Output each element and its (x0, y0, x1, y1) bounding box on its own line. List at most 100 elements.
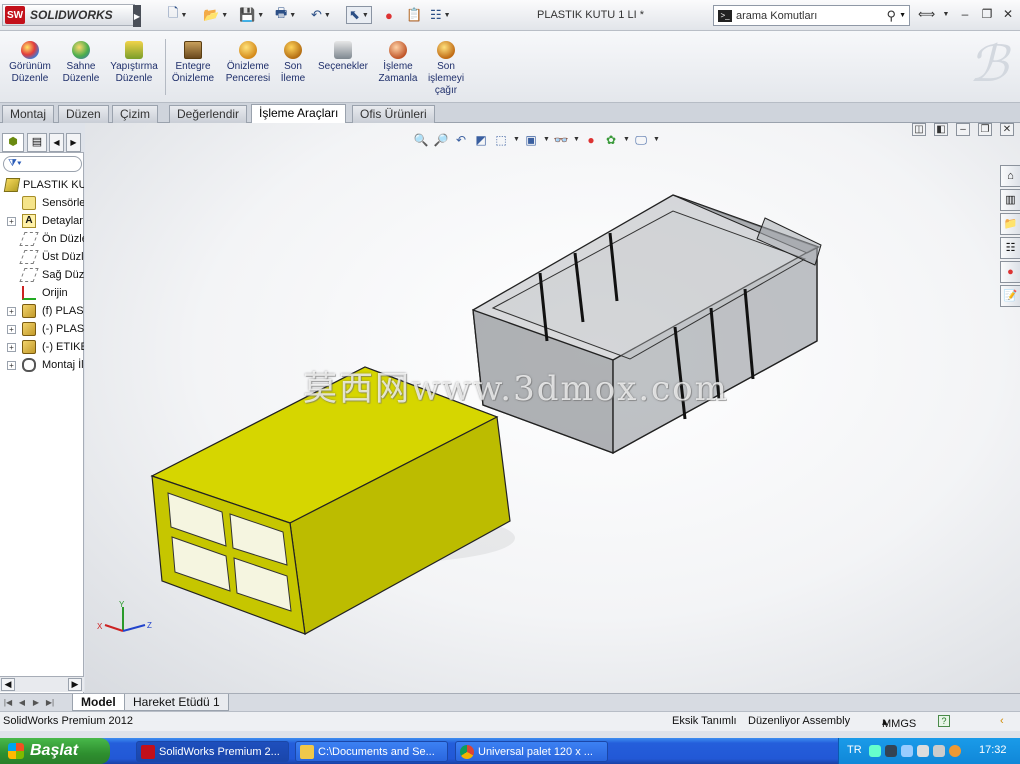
file-properties-button[interactable]: 📋 (406, 6, 422, 24)
chevron-down-icon[interactable]: ▼ (543, 132, 550, 148)
search-placeholder[interactable]: arama Komutları (736, 10, 887, 22)
language-indicator[interactable]: TR (847, 744, 862, 756)
final-render-button[interactable]: Son İleme (277, 41, 309, 85)
view-settings-icon[interactable]: 🖵 (633, 132, 649, 148)
tab-model[interactable]: Model (72, 694, 125, 711)
scroll-right-icon[interactable]: ▶ (68, 678, 82, 691)
save-button[interactable]: 💾 ▼ (239, 6, 264, 24)
chevron-down-icon[interactable]: ▼ (221, 12, 228, 19)
units-selector[interactable]: MMGS ▴ (882, 715, 916, 730)
help-icon[interactable]: ? (938, 715, 950, 727)
hide-show-items-icon[interactable]: 👓 (553, 132, 569, 148)
previous-tab-icon[interactable]: ◀ (16, 696, 28, 709)
open-document-button[interactable]: 📂 ▼ (203, 6, 228, 24)
scroll-left-icon[interactable]: ◀ (1, 678, 15, 691)
view-palette-icon[interactable]: ☷ (1000, 237, 1020, 259)
taskbar-item-solidworks[interactable]: SolidWorks Premium 2... (136, 741, 289, 762)
rebuild-button[interactable]: ● (385, 6, 393, 24)
new-document-button[interactable]: 🗋 ▼ (168, 5, 187, 24)
tab-montaj[interactable]: Montaj (2, 105, 55, 123)
expand-collapse-icon[interactable]: ⟺ (918, 7, 935, 22)
taskbar-item-browser[interactable]: Universal palet 120 x ... (455, 741, 608, 762)
preview-window-button[interactable]: Önizleme Penceresi (222, 41, 274, 85)
shield-icon[interactable] (933, 745, 945, 757)
tile-icon[interactable]: ◫ (912, 123, 926, 136)
clock[interactable]: 17:32 (979, 744, 1007, 756)
recall-last-render-button[interactable]: Son işlemeyi çağır (424, 41, 468, 97)
tree-filter[interactable]: ⧩▾ (3, 156, 82, 172)
menu-expand-arrow-icon[interactable]: ▶ (133, 5, 141, 27)
first-tab-icon[interactable]: |◀ (2, 696, 14, 709)
schedule-render-button[interactable]: İşleme Zamanla (376, 41, 420, 85)
tab-isleme-araclari[interactable]: İşleme Araçları (251, 104, 347, 123)
expand-icon[interactable]: + (7, 307, 16, 316)
tree-item-sensors[interactable]: Sensörler (0, 194, 84, 212)
taskbar-item-explorer[interactable]: C:\Documents and Se... (295, 741, 448, 762)
section-view-icon[interactable]: ◩ (473, 132, 489, 148)
transparent-container-model[interactable] (472, 194, 822, 455)
file-explorer-icon[interactable]: 📁 (1000, 213, 1020, 235)
home-icon[interactable]: ⌂ (1000, 165, 1020, 187)
tree-item-origin[interactable]: Orijin (0, 284, 84, 302)
tab-motion-study-1[interactable]: Hareket Etüdü 1 (124, 694, 229, 711)
property-manager-tab[interactable]: ▤ (27, 133, 47, 152)
graphics-area[interactable]: 莫西网www.3dmox.com 🔍 🔎 ↶ ◩ ⬚ ▼ ▣ ▼ 👓 ▼ ● ✿ ▼ 🖵… (85, 123, 1020, 693)
appearances-icon[interactable]: ● (1000, 261, 1020, 283)
feature-manager-tab[interactable]: ⬢ (2, 133, 24, 152)
back-arrow-icon[interactable] (869, 745, 881, 757)
chevron-down-icon[interactable]: ▼ (180, 12, 187, 19)
chevron-down-icon[interactable]: ▼ (257, 12, 264, 19)
volume-icon[interactable] (917, 745, 929, 757)
chevron-down-icon[interactable]: ▼ (513, 132, 520, 148)
panel-scroll-left-button[interactable]: ◀ (49, 133, 64, 152)
integrated-preview-button[interactable]: Entegre Önizleme (169, 41, 217, 85)
last-tab-icon[interactable]: ▶| (44, 696, 56, 709)
expand-icon[interactable]: + (7, 325, 16, 334)
view-orientation-icon[interactable]: ⬚ (493, 132, 509, 148)
search-icon[interactable]: ⚲ (887, 8, 897, 24)
chevron-down-icon[interactable]: ▼ (938, 7, 954, 22)
tab-cizim[interactable]: Çizim (112, 105, 158, 123)
tab-ofis-urunleri[interactable]: Ofis Ürünleri (352, 105, 435, 123)
tree-item-front-plane[interactable]: Ön Düzlem (0, 230, 84, 248)
undo-button[interactable]: ↶ ▼ (311, 6, 331, 24)
restore-icon[interactable]: ❐ (978, 123, 992, 136)
zoom-to-area-icon[interactable]: 🔎 (433, 132, 449, 148)
apply-scene-icon[interactable]: ✿ (603, 132, 619, 148)
tree-horizontal-scrollbar[interactable]: ◀ ▶ (0, 676, 84, 692)
tree-item-top-plane[interactable]: Üst Düzlem (0, 248, 84, 266)
network-icon[interactable] (885, 745, 897, 757)
edit-appearance-icon[interactable]: ● (583, 132, 599, 148)
search-commands-field[interactable]: >_ arama Komutları ⚲ ▼ (713, 5, 910, 26)
start-button[interactable]: Başlat (0, 738, 110, 764)
monitor-icon[interactable] (901, 745, 913, 757)
options-button[interactable]: ☷ ▼ (430, 6, 451, 24)
tab-duzen[interactable]: Düzen (58, 105, 109, 123)
previous-view-icon[interactable]: ↶ (453, 132, 469, 148)
edit-appearance-button[interactable]: Görünüm Düzenle (6, 41, 54, 85)
chevron-down-icon[interactable]: ▼ (324, 12, 331, 19)
select-button[interactable]: ⬉ ▼ (346, 6, 372, 24)
tree-item-part-3[interactable]: + (-) ETIKET (0, 338, 84, 356)
antivirus-icon[interactable] (949, 745, 961, 757)
panel-scroll-right-button[interactable]: ▶ (66, 133, 81, 152)
expand-icon[interactable]: + (7, 343, 16, 352)
expand-icon[interactable]: + (7, 217, 16, 226)
next-tab-icon[interactable]: ▶ (30, 696, 42, 709)
solidworks-menu-button[interactable]: SW SOLIDWORKS ▶ (2, 4, 141, 27)
tree-item-annotations[interactable]: + A Detaylar (0, 212, 84, 230)
chevron-down-icon[interactable]: ▼ (623, 132, 630, 148)
chevron-down-icon[interactable]: ▼ (444, 12, 451, 19)
chevron-down-icon[interactable]: ▼ (899, 12, 906, 19)
status-arrow-icon[interactable]: ‹ (1000, 715, 1004, 727)
chevron-down-icon[interactable]: ▼ (362, 12, 369, 19)
display-style-icon[interactable]: ▣ (523, 132, 539, 148)
chevron-down-icon[interactable]: ▼ (653, 132, 660, 148)
chevron-down-icon[interactable]: ▼ (573, 132, 580, 148)
close-icon[interactable]: ✕ (1000, 123, 1014, 136)
edit-scene-button[interactable]: Sahne Düzenle (58, 41, 104, 85)
print-button[interactable]: 🖶 ▼ (275, 5, 296, 24)
tree-item-part-2[interactable]: + (-) PLASTIK (0, 320, 84, 338)
zoom-to-fit-icon[interactable]: 🔍 (413, 132, 429, 148)
custom-properties-icon[interactable]: 📝 (1000, 285, 1020, 307)
